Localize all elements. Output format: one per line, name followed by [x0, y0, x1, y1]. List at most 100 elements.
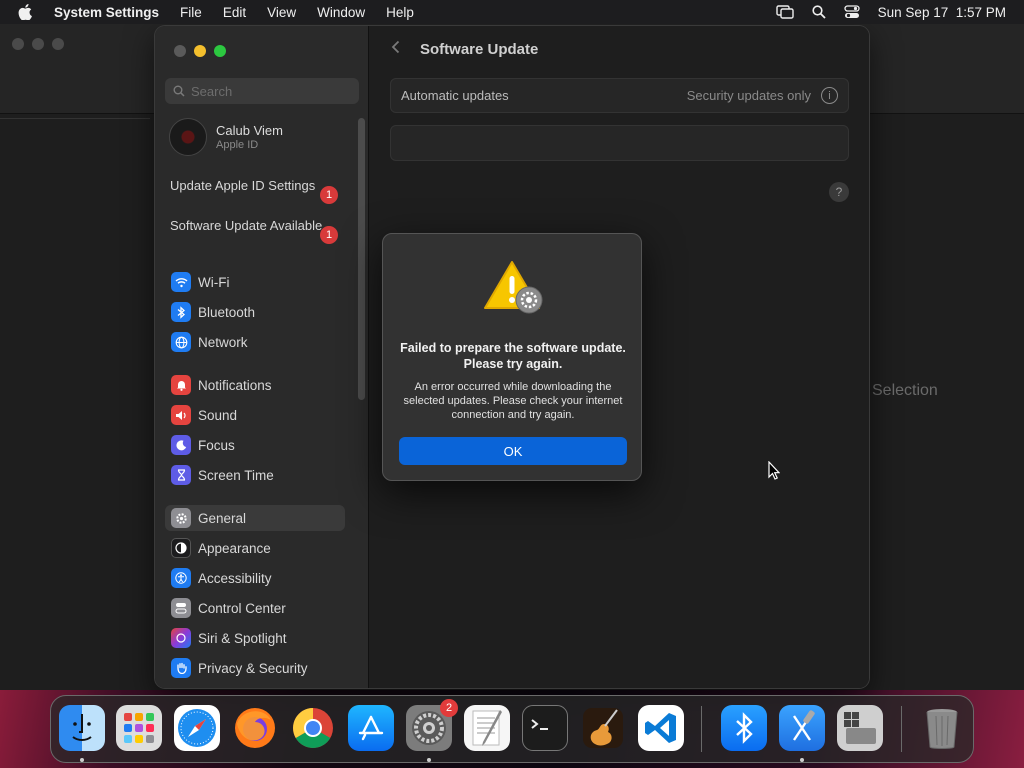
terminal-icon	[531, 719, 548, 730]
minimize-window-icon[interactable]	[194, 45, 206, 57]
bootcamp-icon	[844, 712, 876, 744]
menu-help[interactable]: Help	[386, 5, 414, 20]
background-window-text: Selection	[872, 382, 938, 399]
help-button[interactable]: ?	[829, 182, 849, 202]
trash-icon	[926, 709, 958, 749]
textedit-icon	[472, 710, 502, 746]
dock-app-launchpad[interactable]	[116, 705, 162, 751]
ok-button[interactable]: OK	[399, 437, 627, 465]
app-store-icon	[358, 715, 384, 741]
bg-close-icon[interactable]	[12, 38, 24, 50]
xcode-icon	[793, 710, 815, 741]
sidebar-item-label: Privacy & Security	[198, 660, 308, 676]
vscode-icon	[645, 713, 676, 743]
sidebar-item-notifications[interactable]: Notifications	[165, 372, 345, 398]
sidebar-item-focus[interactable]: Focus	[165, 432, 345, 458]
bg-minimize-icon[interactable]	[32, 38, 44, 50]
background-window-traffic-lights	[12, 38, 64, 50]
sidebar-notice-software-update[interactable]: Software Update Available 1	[170, 218, 340, 244]
sidebar-item-label: Network	[198, 334, 248, 350]
sidebar-item-network[interactable]: Network	[165, 329, 345, 355]
avatar	[169, 118, 207, 156]
info-icon[interactable]: i	[821, 87, 838, 104]
bluetooth-icon	[171, 302, 191, 322]
error-alert-dialog: Failed to prepare the software update. P…	[382, 233, 642, 481]
bell-icon	[171, 375, 191, 395]
screen-mirroring-icon[interactable]	[775, 5, 794, 19]
sidebar-item-label: Screen Time	[198, 467, 274, 483]
control-center-icon	[171, 598, 191, 618]
sidebar-item-label: General	[198, 510, 247, 526]
chrome-icon	[293, 708, 333, 748]
moon-icon	[171, 435, 191, 455]
appearance-icon	[171, 538, 191, 558]
apple-menu-icon[interactable]	[18, 4, 36, 20]
apple-id-profile[interactable]: Calub Viem Apple ID	[169, 118, 283, 156]
menu-app-name[interactable]: System Settings	[54, 5, 159, 20]
menu-window[interactable]: Window	[317, 5, 365, 20]
close-window-icon[interactable]	[174, 45, 186, 57]
hourglass-icon	[171, 465, 191, 485]
back-chevron-icon[interactable]	[391, 40, 400, 59]
running-indicator	[800, 758, 804, 762]
spotlight-search-icon[interactable]	[812, 5, 826, 19]
dock-app-garageband[interactable]	[580, 705, 626, 751]
menu-edit[interactable]: Edit	[223, 5, 246, 20]
dock-app-terminal[interactable]	[522, 705, 568, 751]
traffic-lights	[174, 45, 226, 57]
launchpad-icon	[124, 713, 154, 743]
notice-badge: 1	[320, 186, 338, 204]
control-center-icon[interactable]	[844, 5, 860, 19]
dock-app-chrome[interactable]	[290, 705, 336, 751]
dock-app-vscode[interactable]	[638, 705, 684, 751]
sidebar-item-wifi[interactable]: Wi-Fi	[165, 269, 345, 295]
menubar-clock[interactable]: Sun Sep 17 1:57 PM	[878, 5, 1006, 20]
menu-view[interactable]: View	[267, 5, 296, 20]
sidebar-item-privacy-security[interactable]: Privacy & Security	[165, 655, 345, 681]
accessibility-icon	[171, 568, 191, 588]
content-header: Software Update	[391, 40, 538, 59]
dialog-body: An error occurred while downloading the …	[403, 381, 623, 421]
sidebar-notice-update-apple-id[interactable]: Update Apple ID Settings 1	[170, 178, 340, 204]
notice-label: Software Update Available	[170, 218, 323, 233]
notice-label: Update Apple ID Settings	[170, 178, 316, 193]
sidebar-item-label: Appearance	[198, 540, 271, 556]
sidebar-item-appearance[interactable]: Appearance	[165, 535, 345, 561]
sidebar-item-control-center[interactable]: Control Center	[165, 595, 345, 621]
sidebar-item-screen-time[interactable]: Screen Time	[165, 462, 345, 488]
background-divider	[0, 118, 150, 119]
dock-app-system-settings[interactable]: 2	[406, 699, 458, 751]
sidebar-item-accessibility[interactable]: Accessibility	[165, 565, 345, 591]
sidebar-item-siri-spotlight[interactable]: Siri & Spotlight	[165, 625, 345, 651]
dock-app-app-store[interactable]	[348, 705, 394, 751]
search-icon	[173, 85, 185, 97]
running-indicator	[427, 758, 431, 762]
notification-badge: 2	[440, 699, 458, 717]
firefox-icon	[235, 708, 275, 748]
menu-file[interactable]: File	[180, 5, 202, 20]
dock-app-bluetooth-file-exchange[interactable]	[721, 705, 767, 751]
notice-badge: 1	[320, 226, 338, 244]
menu-bar: System Settings File Edit View Window He…	[0, 0, 1024, 24]
bg-zoom-icon[interactable]	[52, 38, 64, 50]
wifi-icon	[171, 272, 191, 292]
sidebar-scrollbar[interactable]	[358, 118, 365, 400]
dock-app-trash[interactable]	[919, 705, 965, 751]
globe-icon	[171, 332, 191, 352]
dock-app-xcode[interactable]	[779, 705, 825, 751]
settings-sidebar: Search Calub Viem Apple ID Update Apple …	[155, 26, 369, 688]
dock-app-textedit[interactable]	[464, 705, 510, 751]
sidebar-search-input[interactable]: Search	[165, 78, 359, 104]
dock-app-finder[interactable]	[59, 705, 105, 751]
sidebar-item-label: Sound	[198, 407, 238, 423]
dock-app-safari[interactable]	[174, 705, 220, 751]
sidebar-item-general[interactable]: General	[165, 505, 345, 531]
automatic-updates-row: Automatic updates Security updates only …	[390, 78, 849, 113]
dock-app-firefox[interactable]	[232, 705, 278, 751]
sidebar-item-sound[interactable]: Sound	[165, 402, 345, 428]
zoom-window-icon[interactable]	[214, 45, 226, 57]
dock-app-boot-camp-assistant[interactable]	[837, 705, 883, 751]
profile-subtitle: Apple ID	[216, 139, 259, 151]
dialog-headline: Failed to prepare the software update. P…	[400, 341, 626, 371]
sidebar-item-bluetooth[interactable]: Bluetooth	[165, 299, 345, 325]
